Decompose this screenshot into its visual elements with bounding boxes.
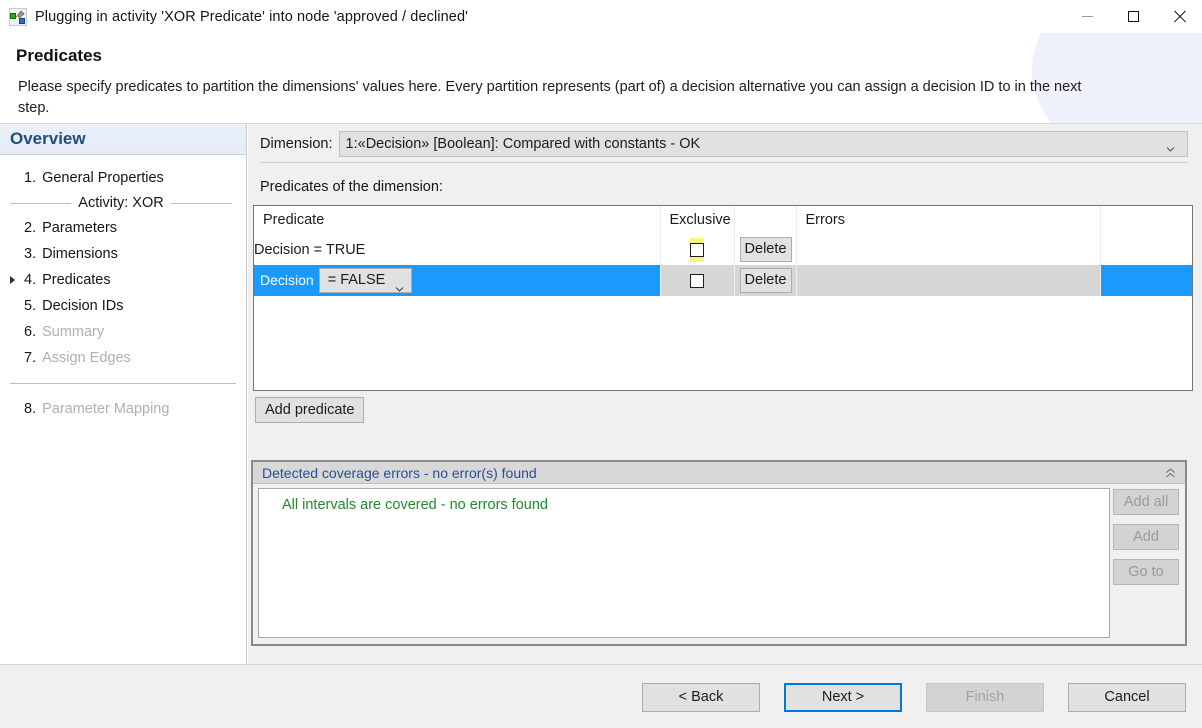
dimension-row: Dimension: 1:«Decision» [Boolean]: Compa… — [260, 131, 1188, 157]
table-header-row: Predicate Exclusive Errors — [254, 206, 1192, 234]
sidebar-item-general-properties[interactable]: 1. General Properties — [0, 165, 246, 191]
sidebar-item-label: Predicates — [42, 272, 111, 288]
sidebar-item-parameters[interactable]: 2. Parameters — [0, 215, 246, 241]
sidebar-item-label: General Properties — [42, 170, 164, 186]
coverage-errors-body: All intervals are covered - no errors fo… — [253, 484, 1185, 644]
window-titlebar: Plugging in activity 'XOR Predicate' int… — [0, 0, 1202, 33]
column-header-errors[interactable]: Errors — [796, 206, 1101, 234]
wizard-footer: < Back Next > Finish Cancel — [0, 664, 1202, 728]
sidebar-divider — [10, 383, 236, 384]
plug-activity-icon — [9, 7, 27, 26]
exclusive-highlight — [690, 237, 704, 262]
predicates-section-label: Predicates of the dimension: — [260, 179, 443, 195]
coverage-errors-actions: Add all Add Go to — [1113, 489, 1179, 594]
sidebar-item-parameter-mapping: 8. Parameter Mapping — [0, 396, 246, 422]
window-controls — [1064, 0, 1202, 33]
cancel-button[interactable]: Cancel — [1068, 683, 1186, 712]
column-header-actions[interactable] — [734, 206, 797, 234]
dimension-label: Dimension: — [260, 136, 333, 152]
page-title: Predicates — [16, 46, 102, 65]
add-all-button: Add all — [1113, 489, 1179, 515]
cell-delete: Delete — [734, 234, 797, 265]
sidebar-item-number: 3. — [24, 246, 37, 262]
delete-button[interactable]: Delete — [739, 268, 792, 293]
cell-predicate-text[interactable]: Decision = TRUE — [254, 234, 661, 265]
close-icon[interactable] — [1156, 0, 1202, 33]
exclusive-checkbox[interactable] — [690, 242, 704, 257]
sidebar-item-number: 7. — [24, 350, 37, 366]
dimension-select[interactable]: 1:«Decision» [Boolean]: Compared with co… — [338, 131, 1188, 157]
sidebar-item-label: Assign Edges — [42, 350, 131, 366]
table-row[interactable]: Decision = FALSE Delete — [254, 265, 1192, 296]
column-header-exclusive[interactable]: Exclusive — [660, 206, 735, 234]
sidebar-item-label: Decision IDs — [42, 298, 124, 314]
predicate-field-label: Decision — [260, 271, 314, 288]
current-step-caret-icon — [10, 276, 15, 284]
delete-button[interactable]: Delete — [739, 237, 792, 262]
column-header-spacer — [1100, 206, 1192, 234]
add-predicate-button[interactable]: Add predicate — [255, 397, 365, 423]
sidebar-item-number: 6. — [24, 324, 37, 340]
sidebar-item-label: Dimensions — [42, 246, 118, 262]
back-button[interactable]: < Back — [642, 683, 760, 712]
finish-button: Finish — [926, 683, 1044, 712]
sidebar-group-label: Activity: XOR — [78, 195, 164, 211]
coverage-errors-list[interactable]: All intervals are covered - no errors fo… — [258, 488, 1110, 638]
sidebar-item-number: 2. — [24, 220, 37, 236]
coverage-errors-message: All intervals are covered - no errors fo… — [282, 497, 548, 513]
cell-spacer — [1100, 234, 1192, 265]
sidebar-header-label: Overview — [10, 129, 86, 148]
sidebar-item-number: 8. — [24, 401, 37, 417]
page-description: Please specify predicates to partition t… — [18, 79, 1082, 116]
chevron-down-icon — [1166, 142, 1175, 152]
dimension-select-value: 1:«Decision» [Boolean]: Compared with co… — [345, 136, 701, 152]
sidebar-item-decision-ids[interactable]: 5. Decision IDs — [0, 293, 246, 319]
exclusive-checkbox[interactable] — [690, 273, 704, 288]
cell-exclusive[interactable] — [660, 265, 735, 296]
coverage-errors-panel: Detected coverage errors - no error(s) f… — [251, 460, 1187, 646]
sidebar-group-activity-xor: Activity: XOR — [0, 191, 246, 215]
sidebar-item-label: Parameter Mapping — [42, 401, 170, 417]
predicate-operator-select[interactable]: = FALSE — [318, 268, 413, 294]
chevron-down-icon — [395, 279, 404, 292]
dimension-underline — [260, 162, 1188, 163]
sidebar-item-assign-edges: 7. Assign Edges — [0, 345, 246, 371]
cell-exclusive[interactable] — [660, 234, 735, 265]
go-to-button: Go to — [1113, 559, 1179, 585]
cell-predicate-editor[interactable]: Decision = FALSE — [254, 265, 661, 296]
maximize-icon[interactable] — [1110, 0, 1156, 33]
sidebar-nav: 1. General Properties Activity: XOR 2. P… — [0, 155, 246, 422]
main-panel: Dimension: 1:«Decision» [Boolean]: Compa… — [248, 124, 1202, 664]
cell-errors — [796, 265, 1101, 296]
wizard-sidebar: Overview 1. General Properties Activity:… — [0, 124, 247, 664]
cell-spacer — [1100, 265, 1192, 296]
cell-delete: Delete — [734, 265, 797, 296]
sidebar-item-dimensions[interactable]: 3. Dimensions — [0, 241, 246, 267]
minimize-icon[interactable] — [1064, 0, 1110, 33]
next-button[interactable]: Next > — [784, 683, 902, 712]
cell-errors — [796, 234, 1101, 265]
coverage-errors-header[interactable]: Detected coverage errors - no error(s) f… — [253, 462, 1185, 484]
sidebar-item-summary: 6. Summary — [0, 319, 246, 345]
sidebar-item-label: Summary — [42, 324, 105, 340]
coverage-errors-title: Detected coverage errors - no error(s) f… — [262, 464, 537, 481]
sidebar-item-predicates[interactable]: 4. Predicates — [0, 267, 246, 293]
group-line-right — [170, 202, 232, 204]
wizard-button-bar: < Back Next > Finish Cancel — [642, 683, 1186, 712]
window-title: Plugging in activity 'XOR Predicate' int… — [35, 8, 468, 25]
sidebar-item-number: 4. — [24, 272, 37, 288]
sidebar-header: Overview — [0, 124, 246, 155]
group-line-left — [10, 202, 72, 204]
collapse-chevron-icon[interactable] — [1165, 467, 1176, 478]
table-row[interactable]: Decision = TRUE Delete — [254, 234, 1192, 265]
sidebar-item-label: Parameters — [42, 220, 118, 236]
wizard-banner: Predicates Please specify predicates to … — [0, 33, 1202, 124]
predicate-operator-value: = FALSE — [327, 272, 386, 289]
add-button: Add — [1113, 524, 1179, 550]
sidebar-item-number: 5. — [24, 298, 37, 314]
sidebar-item-number: 1. — [24, 170, 37, 186]
column-header-predicate[interactable]: Predicate — [254, 206, 661, 234]
predicates-table: Predicate Exclusive Errors Decision = TR… — [253, 205, 1193, 391]
